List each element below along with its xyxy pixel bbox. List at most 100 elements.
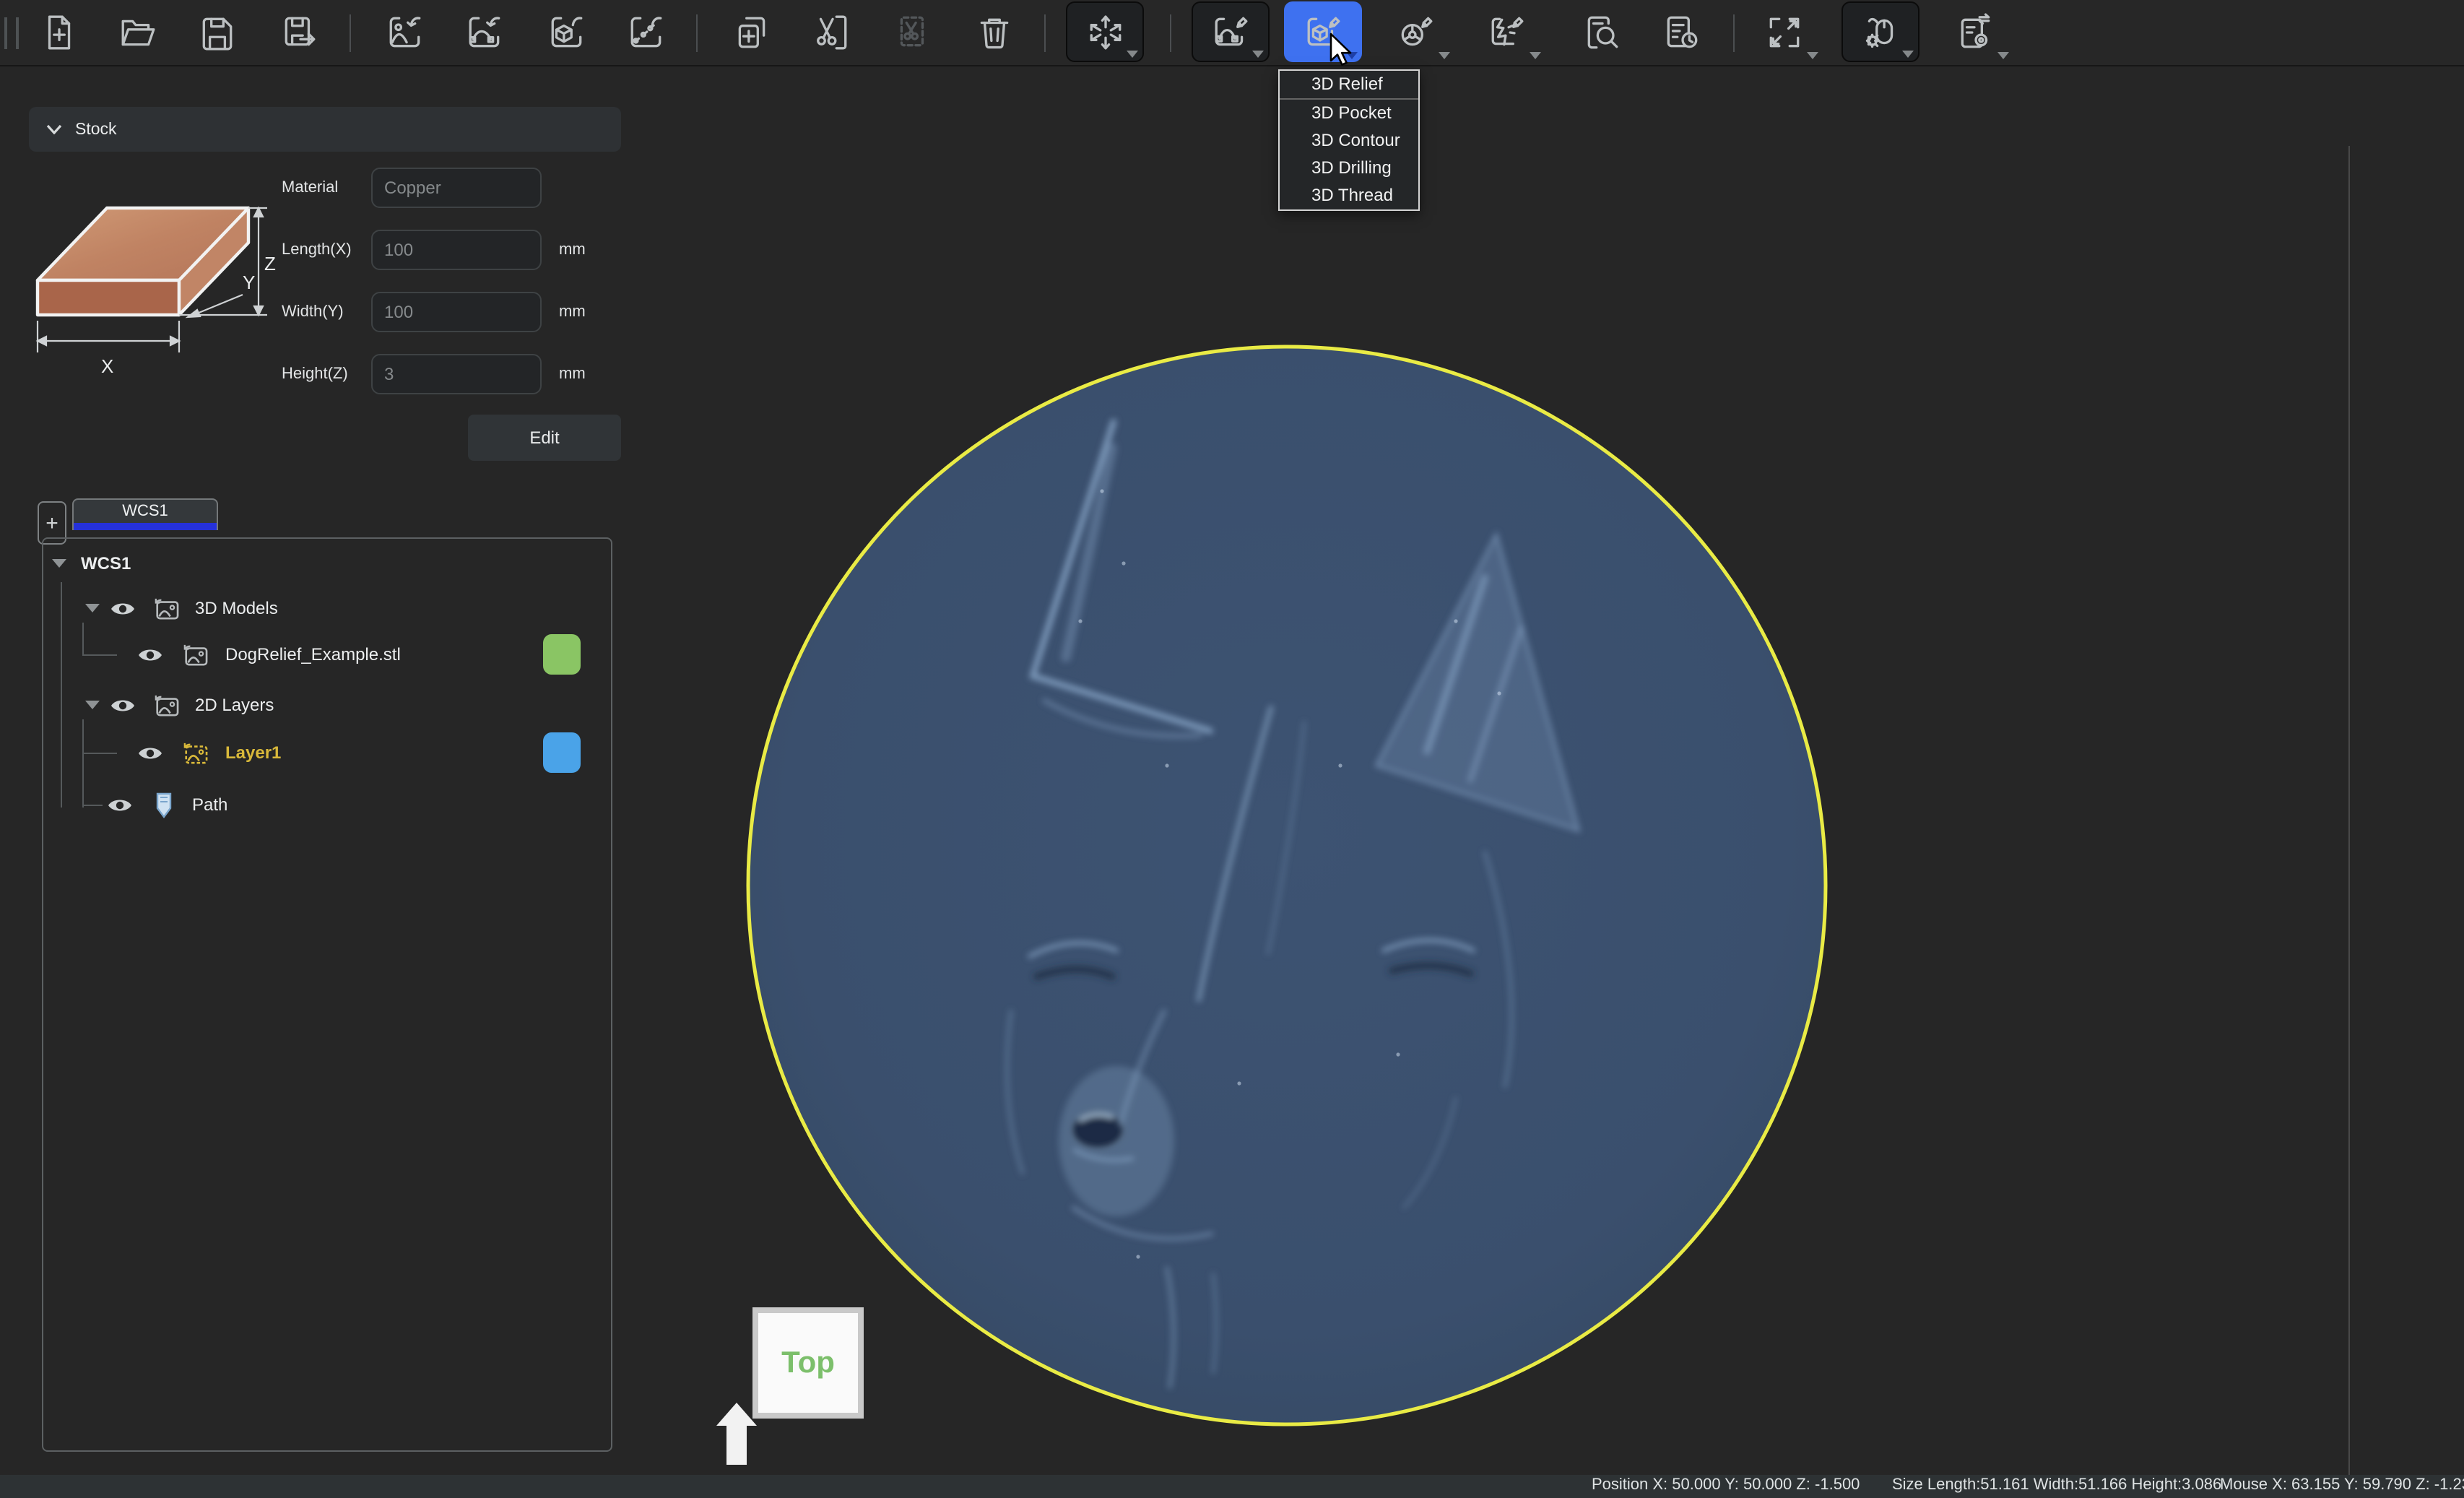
import-image-icon [385,12,424,51]
import-image-button[interactable] [365,1,443,62]
toolbar-separator [1044,14,1046,52]
rotary-toolpath-icon [1396,12,1435,51]
view-orientation-cube[interactable]: Top [752,1307,864,1419]
chevron-down-icon [46,124,62,134]
transform-move-icon [1085,12,1124,51]
copy-button[interactable] [712,1,790,62]
edit-stock-button[interactable]: Edit [468,415,621,461]
import-model-button[interactable] [527,1,605,62]
image-layer-icon [152,596,181,620]
tree-row-dogrelief[interactable]: DogRelief_Example.stl [43,637,401,672]
mouse-cursor [1329,32,1353,77]
cut-scissors-icon [811,12,850,51]
fit-view-button[interactable] [1745,1,1823,62]
menu-item-3d-thread[interactable]: 3D Thread [1280,182,1418,209]
right-panel-divider [2348,146,2350,1498]
length-field-row: Length(X) mm [282,228,586,272]
length-input[interactable] [371,230,542,270]
2d-toolpath-button[interactable] [1192,1,1270,62]
menu-item-3d-drilling[interactable]: 3D Drilling [1280,155,1418,182]
cut-button[interactable] [791,1,869,62]
axis-label-x: X [101,355,113,377]
home-view-arrow-icon[interactable] [715,1403,758,1473]
tree-row-2d-layers[interactable]: 2D Layers [43,688,274,722]
dropdown-caret [1807,52,1818,59]
transform-button[interactable] [1066,1,1144,62]
save-icon [197,12,236,51]
post-processor-icon [1955,12,1994,51]
new-file-button[interactable] [19,1,97,62]
height-label: Height(Z) [282,365,371,383]
copy-icon [732,12,771,51]
application-window: Top [0,0,2464,1498]
tree-label-dogrelief[interactable]: DogRelief_Example.stl [225,644,401,664]
delete-button[interactable] [955,1,1033,62]
import-3d-model-icon [547,12,586,51]
mouse-settings-button[interactable] [1842,1,1919,62]
inspect-code-button[interactable] [1563,1,1641,62]
save-button[interactable] [178,1,256,62]
width-field-row: Width(Y) mm [282,290,586,334]
stock-preview-image: Z Y X [32,188,277,397]
tree-row-3d-models[interactable]: 3D Models [43,591,278,625]
height-field-row: Height(Z) mm [282,352,586,396]
toolbar-grip[interactable] [4,17,19,49]
length-label: Length(X) [282,241,371,259]
visibility-eye-icon[interactable] [110,599,136,618]
toolpath-node-icon [153,791,175,818]
import-vector-icon [464,12,503,51]
stock-boundary-circle [748,347,1826,1424]
simulation-button[interactable] [1467,1,1545,62]
import-toolpath-button[interactable] [607,1,685,62]
stock-section-header[interactable]: Stock [29,107,621,152]
post-processor-button[interactable] [1935,1,2013,62]
tree-label-3d-models[interactable]: 3D Models [195,598,278,618]
toolbar-separator [1170,14,1171,52]
material-label: Material [282,179,371,196]
inspect-code-icon [1582,12,1621,51]
model-color-swatch[interactable] [543,634,581,675]
layer-color-swatch[interactable] [543,732,581,773]
tree-label-wcs1[interactable]: WCS1 [81,553,131,573]
image-layer-icon [152,693,181,717]
tree-row-path[interactable]: Path [43,787,227,822]
save-as-icon [279,12,318,51]
menu-item-3d-pocket[interactable]: 3D Pocket [1280,100,1418,127]
stock-section-title: Stock [75,121,117,138]
simulation-icon [1487,12,1526,51]
width-input[interactable] [371,292,542,332]
height-input[interactable] [371,354,542,394]
selected-layer-icon [181,740,209,765]
visibility-eye-icon[interactable] [137,743,163,762]
tree-label-2d-layers[interactable]: 2D Layers [195,695,274,715]
visibility-eye-icon[interactable] [110,696,136,714]
2d-toolpath-icon [1211,12,1250,51]
menu-item-3d-contour[interactable]: 3D Contour [1280,127,1418,155]
tree-row-wcs1[interactable]: WCS1 [43,546,131,581]
axis-label-z: Z [264,253,276,274]
status-mouse: Mouse X: 63.155 Y: 59.790 Z: -1.231 [2220,1476,2464,1494]
import-vector-button[interactable] [445,1,523,62]
trim-button[interactable] [874,1,952,62]
visibility-eye-icon[interactable] [137,645,163,664]
open-folder-icon [118,12,157,51]
wcs-tab[interactable]: WCS1 [72,498,218,530]
mouse-settings-icon [1861,12,1900,51]
collapse-triangle-icon[interactable] [85,604,100,612]
tree-label-layer1[interactable]: Layer1 [225,742,281,763]
status-bar: Position X: 50.000 Y: 50.000 Z: -1.500 S… [0,1475,2464,1498]
tree-label-path[interactable]: Path [192,795,227,815]
dropdown-caret [1902,51,1914,58]
collapse-triangle-icon[interactable] [52,559,66,568]
save-as-button[interactable] [260,1,338,62]
3d-toolpath-menu: 3D Relief 3D Pocket 3D Contour 3D Drilli… [1278,69,1420,211]
view-label: Top [781,1346,835,1380]
collapse-triangle-icon[interactable] [85,701,100,709]
tree-row-layer1[interactable]: Layer1 [43,735,281,770]
material-input[interactable] [371,168,542,208]
rotary-toolpath-button[interactable] [1376,1,1454,62]
time-estimate-button[interactable] [1642,1,1720,62]
visibility-eye-icon[interactable] [107,795,133,814]
open-file-button[interactable] [98,1,176,62]
trim-icon [893,12,932,51]
